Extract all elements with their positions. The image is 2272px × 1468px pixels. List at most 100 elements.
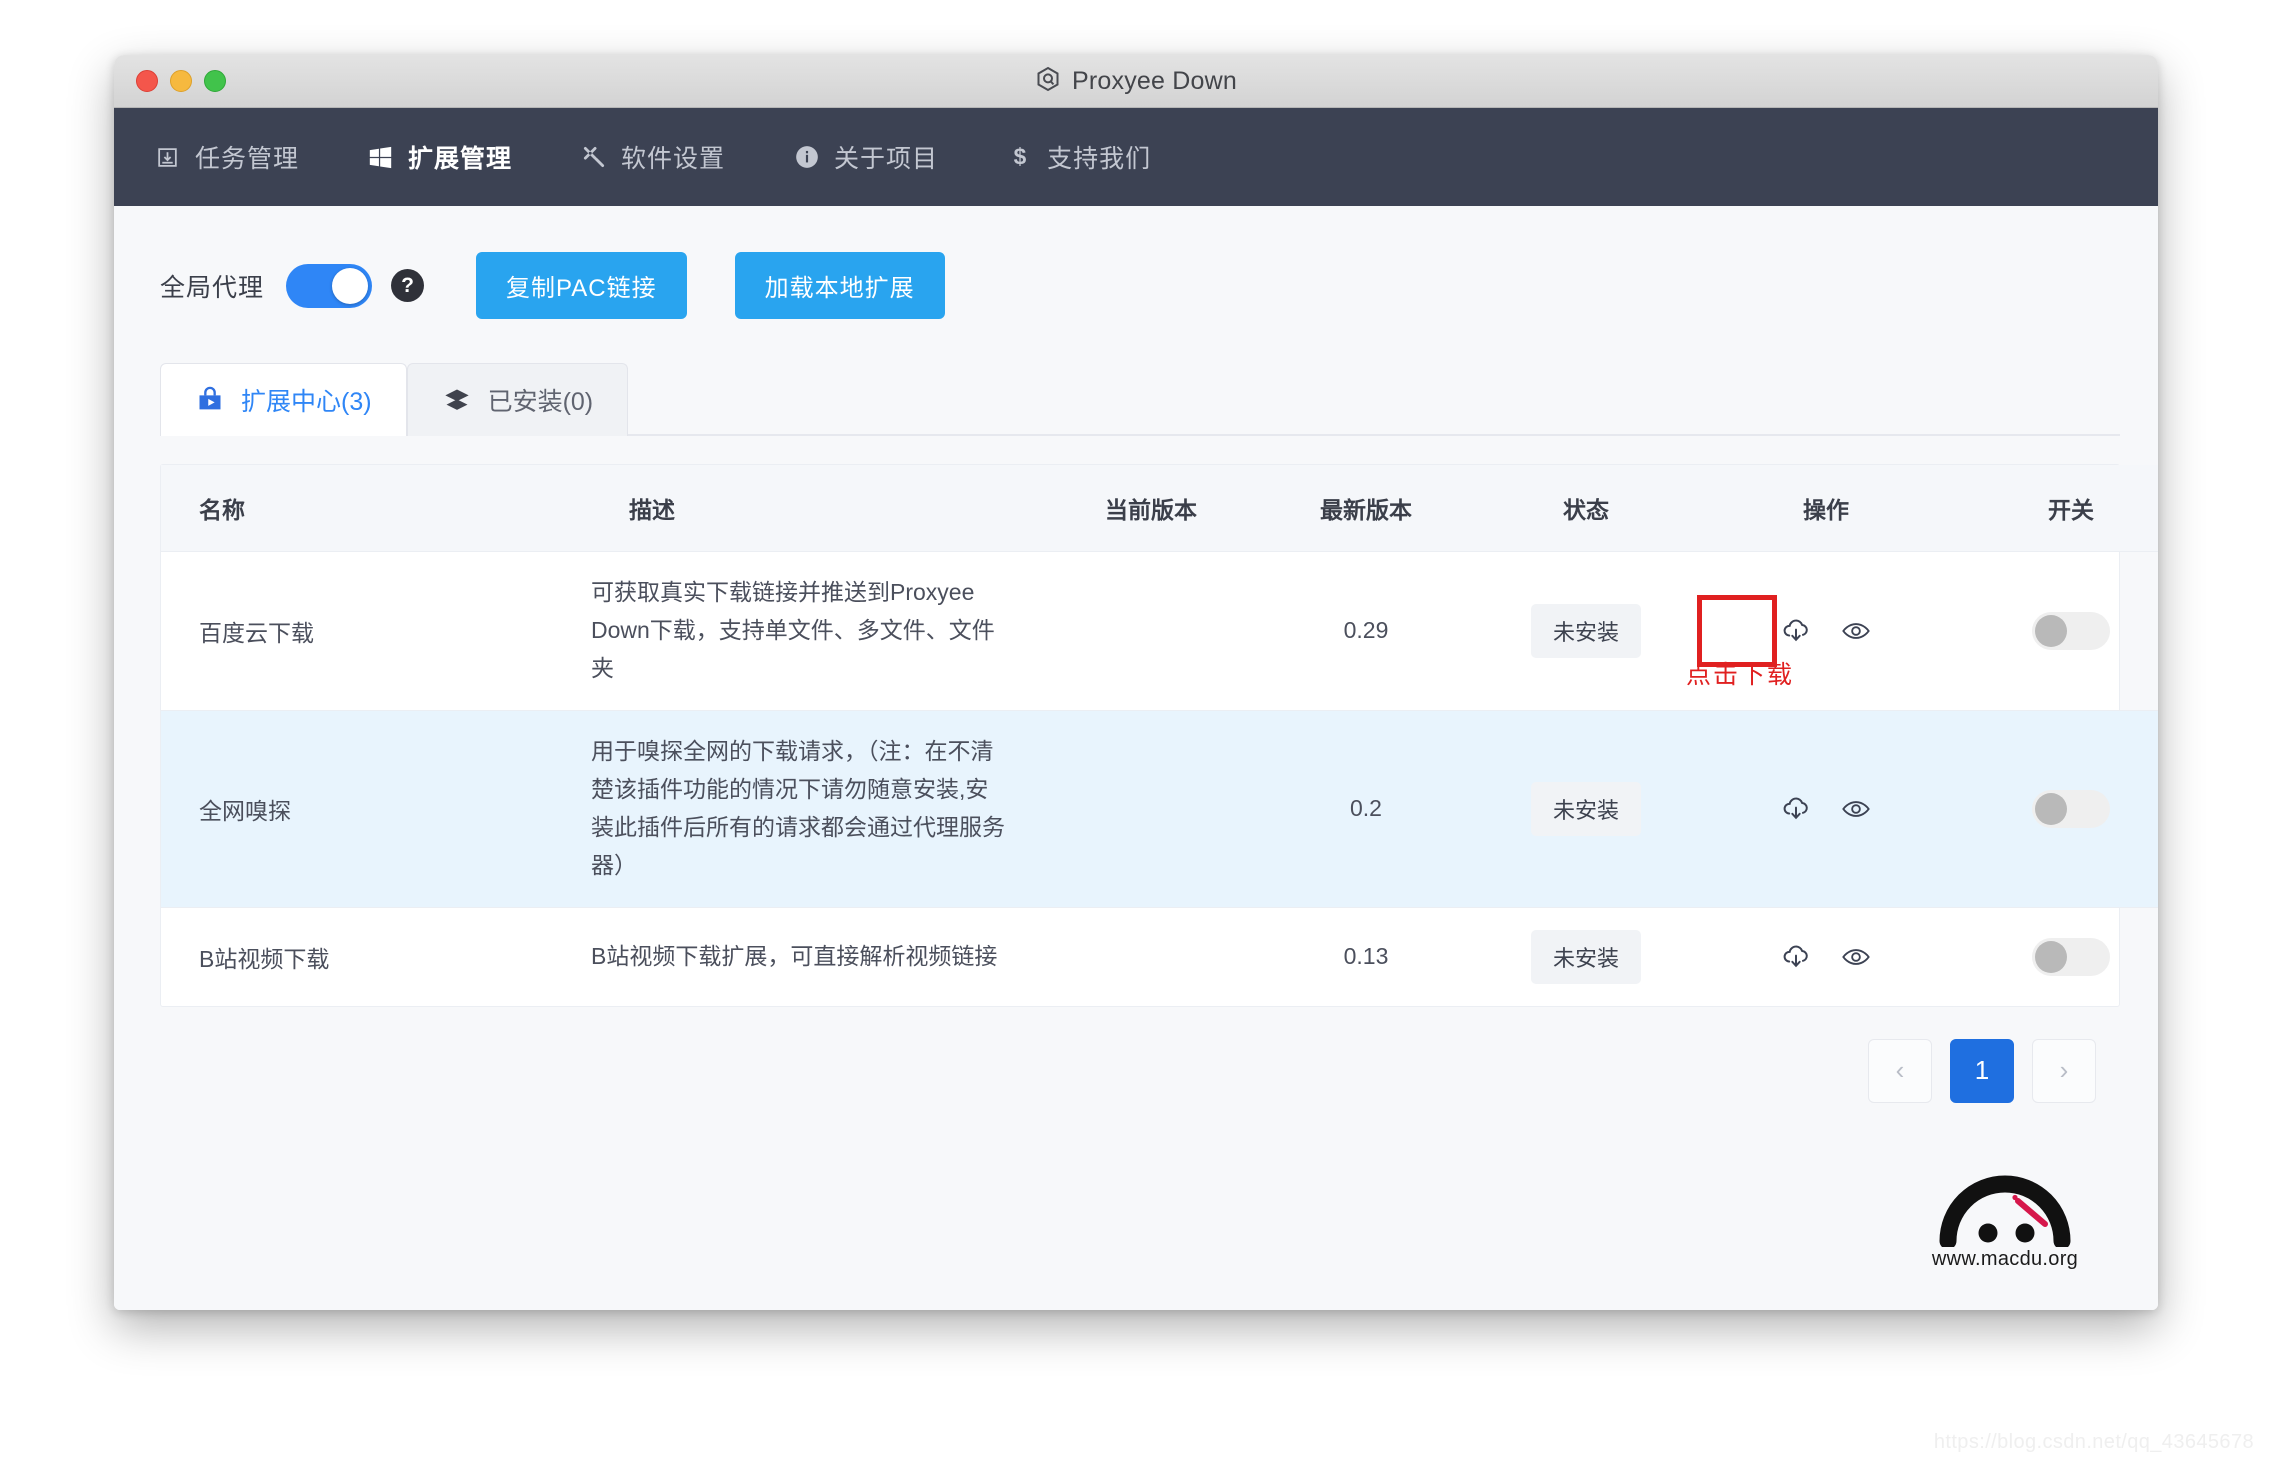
column-header-latest-version: 最新版本 bbox=[1261, 465, 1471, 552]
action-group bbox=[1701, 938, 1951, 976]
extension-name: B站视频下载 bbox=[199, 945, 330, 972]
eye-icon[interactable] bbox=[1837, 790, 1875, 828]
extension-current-version bbox=[1041, 907, 1261, 1006]
zoom-window-button[interactable] bbox=[204, 70, 226, 92]
nav-label: 关于项目 bbox=[834, 145, 939, 173]
macdu-watermark-label: www.macdu.org bbox=[1931, 1248, 2079, 1270]
extension-status-cell: 未安装 bbox=[1471, 710, 1701, 908]
nav-item-task-management[interactable]: 任务管理 bbox=[154, 139, 299, 175]
application-window: Proxyee Down 任务管理 扩展管理 软件设置 关于项目 $ 支持我们 … bbox=[114, 55, 2158, 1310]
main-navigation: 任务管理 扩展管理 软件设置 关于项目 $ 支持我们 bbox=[114, 108, 2158, 206]
extension-status-cell: 未安装 bbox=[1471, 551, 1701, 711]
load-local-extension-button[interactable]: 加载本地扩展 bbox=[734, 252, 945, 319]
table-row: 百度云下载 可获取真实下载链接并推送到Proxyee Down下载，支持单文件、… bbox=[161, 551, 2158, 711]
extension-current-version bbox=[1041, 551, 1261, 711]
macdu-watermark: www.macdu.org bbox=[1930, 1169, 2080, 1271]
extension-name: 百度云下载 bbox=[161, 551, 591, 711]
nav-label: 软件设置 bbox=[621, 145, 726, 173]
column-header-actions: 操作 bbox=[1701, 465, 1951, 552]
nav-label: 支持我们 bbox=[1047, 145, 1152, 173]
windows-icon bbox=[367, 144, 394, 171]
extension-table: 名称 描述 当前版本 最新版本 状态 操作 开关 百度云下载 可获取真实下载链接… bbox=[160, 464, 2158, 1007]
extension-actions-cell bbox=[1701, 907, 1951, 1006]
close-window-button[interactable] bbox=[136, 70, 158, 92]
table-row: 全网嗅探 用于嗅探全网的下载请求，（注：在不清楚该插件功能的情况下请勿随意安装,… bbox=[161, 710, 2158, 908]
info-icon bbox=[793, 144, 820, 171]
extension-switch-cell bbox=[1951, 551, 2158, 711]
eye-icon[interactable] bbox=[1837, 612, 1875, 650]
nav-label: 扩展管理 bbox=[408, 145, 513, 173]
extension-actions-cell bbox=[1701, 710, 1951, 908]
global-proxy-label: 全局代理 bbox=[160, 273, 265, 302]
toolbar: 全局代理 ? 复制PAC链接 加载本地扩展 bbox=[152, 206, 2120, 319]
window-titlebar: Proxyee Down bbox=[114, 55, 2158, 108]
nav-item-software-settings[interactable]: 软件设置 bbox=[580, 139, 725, 175]
extension-enable-toggle[interactable] bbox=[2032, 789, 2110, 828]
content-area: 全局代理 ? 复制PAC链接 加载本地扩展 扩展中心(3) 已安装(0) 名称 … bbox=[114, 206, 2158, 1310]
nav-item-extension-management[interactable]: 扩展管理 bbox=[367, 139, 512, 175]
cloud-download-icon[interactable] bbox=[1777, 938, 1815, 976]
nav-label: 任务管理 bbox=[195, 145, 300, 173]
extension-latest-version: 0.29 bbox=[1261, 551, 1471, 711]
task-download-icon bbox=[154, 144, 181, 171]
action-group bbox=[1697, 594, 1951, 667]
pagination-next-button[interactable]: › bbox=[2032, 1038, 2096, 1103]
column-header-status: 状态 bbox=[1471, 465, 1701, 552]
cloud-download-icon[interactable] bbox=[1777, 612, 1815, 650]
extension-description: 用于嗅探全网的下载请求，（注：在不清楚该插件功能的情况下请勿随意安装,安装此插件… bbox=[591, 710, 1041, 908]
extension-description: B站视频下载扩展，可直接解析视频链接 bbox=[591, 942, 998, 969]
table-body: 百度云下载 可获取真实下载链接并推送到Proxyee Down下载，支持单文件、… bbox=[161, 551, 2158, 1006]
extension-latest-version: 0.13 bbox=[1343, 943, 1389, 970]
status-badge: 未安装 bbox=[1530, 929, 1641, 984]
status-badge: 未安装 bbox=[1530, 781, 1641, 836]
toggle-knob bbox=[2035, 792, 2067, 825]
svg-text:$: $ bbox=[1013, 144, 1026, 170]
eye-icon[interactable] bbox=[1837, 938, 1875, 976]
extension-latest-version: 0.2 bbox=[1261, 710, 1471, 908]
nav-item-support-us[interactable]: $ 支持我们 bbox=[1006, 139, 1151, 175]
column-header-description: 描述 bbox=[591, 465, 1041, 552]
toggle-knob bbox=[2035, 940, 2067, 973]
hexagon-logo-icon bbox=[1035, 66, 1061, 97]
table-header-row: 名称 描述 当前版本 最新版本 状态 操作 开关 bbox=[161, 465, 2158, 552]
window-title: Proxyee Down bbox=[1072, 66, 1237, 95]
extension-enable-toggle[interactable] bbox=[2032, 611, 2110, 650]
extension-switch-cell bbox=[1951, 907, 2158, 1006]
extension-enable-toggle[interactable] bbox=[2032, 937, 2110, 976]
tab-extension-center[interactable]: 扩展中心(3) bbox=[160, 363, 407, 436]
extension-store-icon bbox=[195, 385, 225, 415]
screen-root: Proxyee Down 任务管理 扩展管理 软件设置 关于项目 $ 支持我们 … bbox=[0, 0, 2272, 1468]
extension-table-element: 名称 描述 当前版本 最新版本 状态 操作 开关 百度云下载 可获取真实下载链接… bbox=[161, 465, 2158, 1006]
copy-pac-link-button[interactable]: 复制PAC链接 bbox=[476, 252, 687, 319]
column-header-current-version: 当前版本 bbox=[1041, 465, 1261, 552]
help-icon[interactable]: ? bbox=[391, 269, 425, 302]
tab-label: 扩展中心(3) bbox=[241, 388, 372, 416]
download-annotation-text: 点击下载 bbox=[1686, 661, 1795, 689]
tab-installed[interactable]: 已安装(0) bbox=[406, 363, 629, 436]
table-row: B站视频下载 B站视频下载扩展，可直接解析视频链接 0.13 未安装 bbox=[161, 907, 2158, 1006]
extension-name: 全网嗅探 bbox=[161, 710, 591, 908]
smiley-arch-icon bbox=[1939, 1175, 2071, 1250]
global-proxy-toggle[interactable] bbox=[286, 263, 373, 308]
tab-label: 已安装(0) bbox=[487, 388, 594, 416]
dollar-icon: $ bbox=[1006, 144, 1033, 171]
pagination-prev-button[interactable]: ‹ bbox=[1868, 1038, 1932, 1103]
tab-bar: 扩展中心(3) 已安装(0) bbox=[160, 361, 2120, 436]
toggle-knob bbox=[2035, 614, 2067, 647]
minimize-window-button[interactable] bbox=[170, 70, 192, 92]
nav-item-about-project[interactable]: 关于项目 bbox=[793, 139, 938, 175]
extension-status-cell: 未安装 bbox=[1471, 907, 1701, 1006]
cloud-download-icon[interactable] bbox=[1777, 790, 1815, 828]
table-header: 名称 描述 当前版本 最新版本 状态 操作 开关 bbox=[161, 465, 2158, 552]
action-group bbox=[1701, 790, 1951, 828]
column-header-switch: 开关 bbox=[1951, 465, 2158, 552]
blog-url-watermark: https://blog.csdn.net/qq_43645678 bbox=[1933, 1431, 2254, 1453]
pagination: ‹ 1 › bbox=[152, 1038, 2120, 1103]
status-badge: 未安装 bbox=[1530, 603, 1641, 658]
traffic-lights bbox=[136, 70, 226, 92]
extension-current-version bbox=[1041, 710, 1261, 908]
pagination-page-1[interactable]: 1 bbox=[1950, 1038, 2014, 1103]
window-title-group: Proxyee Down bbox=[114, 66, 2158, 97]
column-header-name: 名称 bbox=[161, 465, 591, 552]
toggle-knob bbox=[332, 267, 369, 304]
